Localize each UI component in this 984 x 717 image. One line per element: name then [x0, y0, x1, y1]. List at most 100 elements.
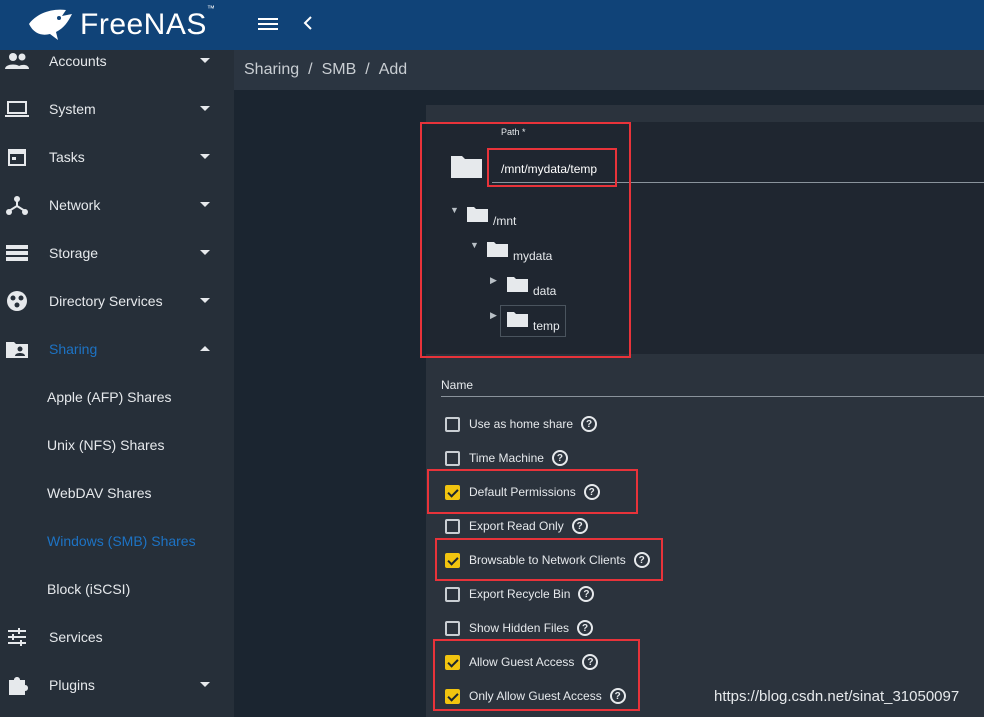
- sidebar-subitem-label: WebDAV Shares: [47, 485, 152, 501]
- option-label: Export Read Only: [469, 519, 564, 533]
- sidebar-subitem-label: Apple (AFP) Shares: [47, 389, 172, 405]
- sidebar-item-network[interactable]: Network: [0, 181, 234, 229]
- checkbox-checked[interactable]: [445, 552, 460, 568]
- checkbox-checked[interactable]: [445, 484, 460, 500]
- tree-expanded-icon[interactable]: ▼: [470, 240, 479, 250]
- path-field-label: Path *: [501, 127, 526, 137]
- breadcrumb: Sharing / SMB / Add: [234, 50, 984, 90]
- sidebar-subitem-iscsi[interactable]: Block (iSCSI): [0, 565, 234, 613]
- sidebar-item-tasks[interactable]: Tasks: [0, 133, 234, 181]
- option-label: Default Permissions: [469, 485, 576, 499]
- sidebar-item-label: Services: [49, 629, 103, 645]
- sidebar-item-label: Tasks: [49, 149, 85, 165]
- name-input[interactable]: [441, 396, 984, 397]
- people-icon: [5, 49, 29, 73]
- folder-icon: [487, 242, 508, 257]
- help-icon[interactable]: ?: [583, 484, 600, 500]
- checkbox[interactable]: [445, 620, 460, 636]
- sidebar-subitem-webdav-shares[interactable]: WebDAV Shares: [0, 469, 234, 517]
- path-input[interactable]: /mnt/mydata/temp: [501, 162, 597, 176]
- breadcrumb-smb[interactable]: SMB: [322, 61, 357, 79]
- directory-icon: [5, 289, 29, 313]
- breadcrumb-sharing[interactable]: Sharing: [244, 61, 299, 79]
- name-field-label: Name: [441, 378, 474, 392]
- caret-down-icon: [200, 106, 210, 111]
- puzzle-icon: [5, 673, 29, 697]
- help-icon[interactable]: ?: [609, 688, 626, 704]
- storage-icon: [5, 241, 29, 265]
- collapse-sidebar-button[interactable]: [302, 13, 318, 37]
- sidebar-subitem-label: Unix (NFS) Shares: [47, 437, 165, 453]
- caret-down-icon: [200, 58, 210, 63]
- checkbox[interactable]: [445, 416, 460, 432]
- path-input-underline: [492, 182, 984, 183]
- help-icon[interactable]: ?: [581, 416, 598, 432]
- folder-icon: [467, 207, 488, 222]
- checkbox-checked[interactable]: [445, 688, 460, 704]
- tree-collapsed-icon[interactable]: ▶: [490, 310, 497, 321]
- tree-expanded-icon[interactable]: ▼: [450, 205, 459, 215]
- checkbox-checked[interactable]: [445, 654, 460, 670]
- folder-icon: [451, 156, 482, 178]
- breadcrumb-separator: /: [308, 61, 313, 78]
- checkbox[interactable]: [445, 518, 460, 534]
- menu-toggle-button[interactable]: [258, 15, 280, 35]
- checkbox[interactable]: [445, 450, 460, 466]
- option-browsable-to-network-clients[interactable]: Browsable to Network Clients ?: [445, 550, 650, 570]
- option-label: Show Hidden Files: [469, 621, 570, 635]
- checkbox[interactable]: [445, 586, 460, 602]
- option-default-permissions[interactable]: Default Permissions ?: [445, 482, 600, 502]
- help-icon[interactable]: ?: [633, 552, 650, 568]
- help-icon[interactable]: ?: [577, 620, 594, 636]
- sidebar-item-directory-services[interactable]: Directory Services: [0, 277, 234, 325]
- sidebar-item-accounts[interactable]: Accounts: [0, 37, 234, 85]
- breadcrumb-add: Add: [378, 61, 408, 78]
- sidebar-item-label: System: [49, 101, 96, 117]
- option-time-machine[interactable]: Time Machine ?: [445, 448, 568, 468]
- sidebar-subitem-label: Block (iSCSI): [47, 581, 131, 597]
- caret-down-icon: [200, 298, 210, 303]
- caret-down-icon: [200, 202, 210, 207]
- caret-down-icon: [200, 250, 210, 255]
- option-export-read-only[interactable]: Export Read Only ?: [445, 516, 588, 536]
- option-export-recycle-bin[interactable]: Export Recycle Bin ?: [445, 584, 595, 604]
- option-allow-guest-access[interactable]: Allow Guest Access ?: [445, 652, 599, 672]
- tree-node-data[interactable]: data: [533, 284, 556, 298]
- option-label: Only Allow Guest Access: [469, 689, 602, 703]
- sidebar-item-label: Storage: [49, 245, 99, 261]
- calendar-icon: [5, 145, 29, 169]
- sidebar-item-system[interactable]: System: [0, 85, 234, 133]
- watermark-url: https://blog.csdn.net/sinat_31050097: [714, 688, 960, 705]
- sidebar-item-storage[interactable]: Storage: [0, 229, 234, 277]
- option-label: Allow Guest Access: [469, 655, 575, 669]
- option-use-as-home-share[interactable]: Use as home share ?: [445, 414, 598, 434]
- option-show-hidden-files[interactable]: Show Hidden Files ?: [445, 618, 594, 638]
- hamburger-icon: [258, 18, 278, 20]
- help-icon[interactable]: ?: [578, 586, 595, 602]
- tree-node-mnt[interactable]: /mnt: [493, 214, 516, 228]
- sidebar-item-services[interactable]: Services: [0, 613, 234, 661]
- sidebar-subitem-nfs-shares[interactable]: Unix (NFS) Shares: [0, 421, 234, 469]
- option-label: Export Recycle Bin: [469, 587, 571, 601]
- sidebar-item-plugins[interactable]: Plugins: [0, 661, 234, 709]
- caret-down-icon: [200, 682, 210, 687]
- help-icon[interactable]: ?: [551, 450, 568, 466]
- sidebar-subitem-afp-shares[interactable]: Apple (AFP) Shares: [0, 373, 234, 421]
- sidebar-item-label: Network: [49, 197, 101, 213]
- sidebar-subitem-smb-shares[interactable]: Windows (SMB) Shares: [0, 517, 234, 565]
- sidebar-item-sharing[interactable]: Sharing: [0, 325, 234, 373]
- sidebar-item-label: Plugins: [49, 677, 95, 693]
- tree-collapsed-icon[interactable]: ▶: [490, 275, 497, 286]
- tree-node-mydata[interactable]: mydata: [513, 249, 552, 263]
- option-only-allow-guest-access[interactable]: Only Allow Guest Access ?: [445, 686, 626, 706]
- laptop-icon: [5, 97, 29, 121]
- folder-shared-icon: [5, 337, 29, 361]
- help-icon[interactable]: ?: [582, 654, 599, 670]
- help-icon[interactable]: ?: [571, 518, 588, 534]
- tune-icon: [5, 625, 29, 649]
- sidebar-item-label: Sharing: [49, 341, 98, 357]
- folder-icon: [507, 277, 528, 292]
- network-icon: [5, 193, 29, 217]
- tree-node-temp[interactable]: temp: [533, 319, 560, 333]
- sidebar-subitem-label: Windows (SMB) Shares: [47, 533, 196, 549]
